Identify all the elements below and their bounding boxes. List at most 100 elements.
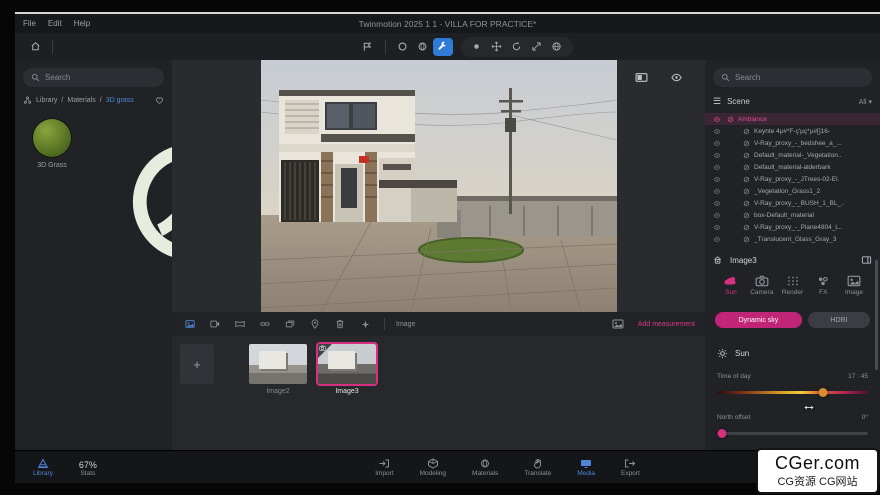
north-offset-slider[interactable] bbox=[717, 429, 868, 437]
media-effects-button[interactable] bbox=[357, 317, 373, 332]
pivot-button[interactable] bbox=[467, 38, 487, 56]
wrench-icon bbox=[437, 41, 448, 52]
image-frame-icon[interactable] bbox=[612, 319, 624, 329]
dock-import[interactable]: Import bbox=[375, 458, 393, 477]
trash-icon bbox=[335, 319, 345, 329]
panel-scrollbar[interactable] bbox=[875, 260, 878, 370]
media-properties-header: Image3 bbox=[713, 255, 872, 265]
scene-tree-row[interactable]: _Vegetation_Grass1_2 bbox=[705, 185, 880, 197]
media-note-button[interactable] bbox=[307, 317, 323, 332]
breadcrumb-materials[interactable]: Materials bbox=[67, 97, 95, 104]
home-button[interactable] bbox=[25, 38, 45, 56]
scene-tree-row[interactable]: V-Ray_proxy_-_Plane4804_L.. bbox=[705, 221, 880, 233]
dock-stats[interactable]: 67% Stats bbox=[79, 460, 97, 477]
thumbnail-image3[interactable]: Image3 bbox=[318, 344, 376, 395]
media-delete-button[interactable] bbox=[332, 317, 348, 332]
scene-search-input[interactable]: Search bbox=[713, 68, 872, 87]
scene-tree-row[interactable]: Keynte 4µ#*F-ç'µç*µ#[]16- bbox=[705, 125, 880, 137]
dock-library[interactable]: Library bbox=[33, 458, 53, 477]
scene-item-label: Ambiance bbox=[738, 116, 767, 123]
fx-circles-icon bbox=[816, 275, 830, 287]
visibility-eye-icon[interactable] bbox=[713, 152, 721, 159]
scene-tree-row[interactable]: Default_material-alderbark bbox=[705, 161, 880, 173]
scene-tree-row[interactable]: Ambiance bbox=[705, 113, 880, 125]
library-nodes-icon bbox=[23, 96, 32, 105]
visibility-eye-icon[interactable] bbox=[713, 236, 721, 243]
scene-tree-row[interactable]: Default_material-_Vegetation.. bbox=[705, 149, 880, 161]
select-tool-button[interactable] bbox=[393, 38, 413, 56]
tab-sun[interactable]: Sun bbox=[717, 275, 745, 296]
paint-tool-button[interactable] bbox=[413, 38, 433, 56]
dot-icon bbox=[472, 42, 481, 51]
media-type-label: Image bbox=[396, 321, 415, 328]
breadcrumb-current[interactable]: 3D grass bbox=[106, 97, 134, 104]
favorite-heart-icon[interactable] bbox=[155, 96, 164, 105]
visibility-eye-icon[interactable] bbox=[713, 224, 721, 231]
tab-fx[interactable]: FX bbox=[809, 275, 837, 296]
tab-image[interactable]: Image bbox=[840, 275, 868, 296]
visibility-eye-icon[interactable] bbox=[713, 176, 721, 183]
thumbnail-image2[interactable]: Image2 bbox=[249, 344, 307, 395]
thumbnail-image3-label: Image3 bbox=[318, 388, 376, 395]
hdri-button[interactable]: HDRI bbox=[808, 312, 870, 328]
modify-tool-button[interactable] bbox=[433, 38, 453, 56]
visibility-eye-icon[interactable] bbox=[670, 72, 683, 83]
world-axis-button[interactable] bbox=[547, 38, 567, 56]
visibility-eye-icon[interactable] bbox=[713, 188, 721, 195]
dock-modeling[interactable]: Modeling bbox=[420, 458, 446, 477]
move-button[interactable] bbox=[487, 38, 507, 56]
visibility-eye-icon[interactable] bbox=[713, 116, 721, 123]
viewport[interactable] bbox=[172, 60, 705, 312]
panel-expand-icon[interactable] bbox=[861, 255, 872, 265]
grass-material-thumbnail[interactable] bbox=[33, 119, 71, 157]
gizmo-toolbar bbox=[461, 37, 573, 57]
media-image-button[interactable] bbox=[182, 317, 198, 332]
dynamic-sky-button[interactable]: Dynamic sky bbox=[715, 312, 802, 328]
visibility-eye-icon[interactable] bbox=[713, 128, 721, 135]
time-slider-track[interactable] bbox=[717, 391, 868, 394]
tab-camera[interactable]: Camera bbox=[748, 275, 776, 296]
scene-tree-row[interactable]: box-Default_material bbox=[705, 209, 880, 221]
dock-translate[interactable]: Translate bbox=[524, 458, 551, 477]
display-icon bbox=[580, 458, 592, 469]
add-media-button[interactable]: + bbox=[180, 344, 214, 384]
media-video-button[interactable] bbox=[207, 317, 223, 332]
dock-export[interactable]: Export bbox=[621, 458, 640, 477]
note-flag-button[interactable] bbox=[358, 38, 378, 56]
asset-3d-grass[interactable]: 3D Grass bbox=[29, 119, 75, 169]
north-slider-handle[interactable] bbox=[717, 429, 726, 438]
scene-tree-row[interactable]: V-Ray_proxy_-_BUSH_1_BL_.. bbox=[705, 197, 880, 209]
visibility-eye-icon[interactable] bbox=[713, 200, 721, 207]
toolbar-divider bbox=[52, 40, 53, 54]
scene-tree-row[interactable]: _Translucent_Glass_Gray_3 bbox=[705, 233, 880, 245]
north-slider-track[interactable] bbox=[717, 432, 868, 435]
scene-tree-row[interactable]: V-Ray_proxy_-_JTrees-02-El. bbox=[705, 173, 880, 185]
media-panorama-button[interactable] bbox=[232, 317, 248, 332]
time-of-day-slider[interactable]: ↔ bbox=[717, 388, 868, 396]
rotate-button[interactable] bbox=[507, 38, 527, 56]
dock-media[interactable]: Media bbox=[577, 458, 595, 477]
media-phasing-button[interactable] bbox=[257, 317, 273, 332]
sphere-icon bbox=[417, 41, 428, 52]
split-view-icon[interactable] bbox=[635, 72, 648, 83]
breadcrumb-library[interactable]: Library bbox=[36, 97, 57, 104]
add-measurement-action[interactable]: Add measurement bbox=[638, 321, 695, 328]
import-icon bbox=[378, 458, 390, 469]
visibility-eye-icon[interactable] bbox=[713, 212, 721, 219]
dock-materials[interactable]: Materials bbox=[472, 458, 498, 477]
hamburger-icon[interactable]: ☰ bbox=[713, 96, 721, 107]
flag-icon bbox=[362, 41, 373, 52]
scene-filter-dropdown[interactable]: All ▾ bbox=[859, 98, 872, 106]
media-presentation-button[interactable] bbox=[282, 317, 298, 332]
scale-button[interactable] bbox=[527, 38, 547, 56]
library-search-input[interactable]: Search bbox=[23, 68, 164, 87]
visibility-eye-icon[interactable] bbox=[713, 164, 721, 171]
thumbnail-image2-preview[interactable] bbox=[249, 344, 307, 384]
image-icon bbox=[847, 275, 861, 287]
scene-tree-row[interactable]: V-Ray_proxy_-_bedshee_a_... bbox=[705, 137, 880, 149]
thumbnail-image3-preview[interactable] bbox=[318, 344, 376, 384]
sun-section-header: Sun bbox=[717, 348, 870, 359]
tab-render[interactable]: Render bbox=[779, 275, 807, 296]
visibility-eye-icon[interactable] bbox=[713, 140, 721, 147]
time-slider-handle[interactable] bbox=[818, 388, 827, 397]
